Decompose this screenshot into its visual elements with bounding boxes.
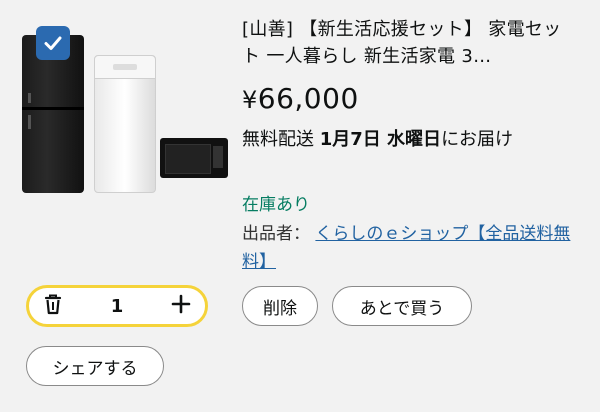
delivery-info: 無料配送 1月7日 水曜日にお届け (242, 126, 572, 154)
price-value: 66,000 (257, 82, 359, 115)
save-for-later-button[interactable]: あとで買う (332, 286, 472, 326)
delivery-suffix: にお届け (441, 129, 514, 150)
product-title[interactable]: [山善] 【新生活応援セット】 家電セット 一人暮らし 新生活家電 3… (242, 16, 572, 70)
quantity-value: 1 (110, 295, 124, 317)
seller-info: 出品者： くらしのｅショップ【全品送料無料】 (242, 220, 572, 276)
price: ¥66,000 (242, 82, 359, 115)
washing-machine-image (94, 55, 156, 193)
stock-status: 在庫あり (242, 195, 310, 215)
plus-icon[interactable] (171, 293, 191, 319)
seller-label: 出品者： (242, 224, 310, 244)
checkmark-icon (44, 36, 62, 50)
select-item-checkbox[interactable] (36, 26, 70, 60)
share-button[interactable]: シェアする (26, 346, 164, 386)
microwave-image (160, 138, 228, 178)
currency-symbol: ¥ (242, 86, 258, 114)
shipping-label: 無料配送 (242, 129, 314, 150)
delete-button[interactable]: 削除 (242, 286, 318, 326)
trash-icon[interactable] (43, 293, 63, 319)
quantity-stepper: 1 (26, 285, 208, 327)
cart-item: [山善] 【新生活応援セット】 家電セット 一人暮らし 新生活家電 3… ¥66… (0, 0, 600, 412)
delivery-date: 1月7日 水曜日 (319, 129, 442, 150)
